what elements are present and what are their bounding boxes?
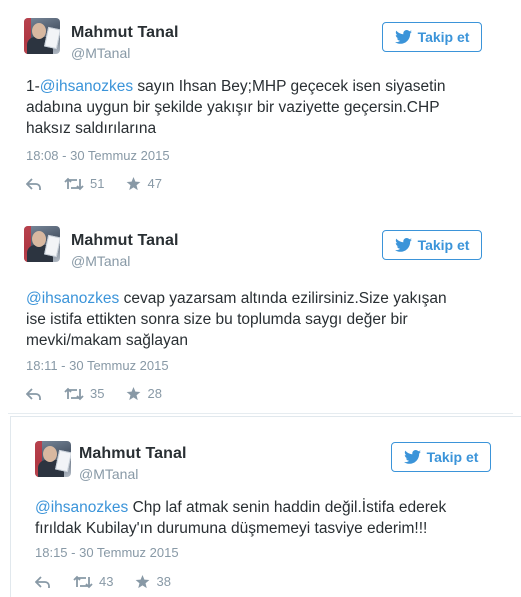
tweet-timestamp[interactable]: 18:08 - 30 Temmuz 2015: [26, 148, 170, 163]
follow-label: Takip et: [417, 29, 470, 45]
bird-icon: [394, 30, 412, 44]
tweet-line: Chp laf atmak senin haddin değil.İstifa …: [128, 499, 447, 516]
retweet-count: 35: [90, 386, 105, 401]
tweet-text: @ihsanozkes Chp laf atmak senin haddin d…: [35, 497, 505, 539]
retweet-icon: [64, 387, 84, 400]
like-count: 28: [147, 386, 162, 401]
tweet-prefix: 1-: [26, 78, 40, 95]
reply-button[interactable]: [26, 177, 42, 191]
author-handle[interactable]: @MTanal: [79, 466, 138, 482]
avatar[interactable]: [24, 18, 60, 54]
tweet-line: fırıldak Kubilay'ın durumuna düşmemeyi t…: [35, 520, 428, 537]
star-icon: [136, 574, 150, 588]
reply-button[interactable]: [35, 575, 51, 589]
tweet-actions: 51 47: [26, 176, 184, 191]
tweet-line: mevki/makam sağlayan: [26, 332, 188, 349]
tweet-text: 1-@ihsanozkes sayın Ihsan Bey;MHP geçece…: [26, 76, 496, 139]
avatar[interactable]: [35, 441, 71, 477]
bird-icon: [394, 238, 412, 252]
tweet-actions: 43 38: [35, 574, 193, 589]
bird-icon: [403, 450, 421, 464]
author-name[interactable]: Mahmut Tanal: [71, 232, 179, 250]
tweet-text: @ihsanozkes cevap yazarsam altında ezili…: [26, 288, 496, 351]
mention-link[interactable]: @ihsanozkes: [35, 499, 128, 516]
retweet-icon: [64, 177, 84, 190]
star-icon: [127, 176, 141, 190]
author-name[interactable]: Mahmut Tanal: [71, 24, 179, 42]
tweet-card: Mahmut Tanal @MTanal Takip et @ihsanozke…: [10, 416, 521, 597]
reply-icon: [26, 387, 41, 400]
like-button[interactable]: 28: [126, 386, 162, 401]
tweet-line: haksız saldırılarına: [26, 120, 157, 137]
follow-label: Takip et: [417, 237, 470, 253]
avatar[interactable]: [24, 226, 60, 262]
author-name[interactable]: Mahmut Tanal: [79, 445, 187, 463]
mention-link[interactable]: @ihsanozkes: [26, 290, 119, 307]
tweet-timestamp[interactable]: 18:11 - 30 Temmuz 2015: [26, 358, 169, 373]
star-icon: [127, 386, 141, 400]
retweet-button[interactable]: 35: [64, 386, 104, 401]
reply-button[interactable]: [26, 387, 42, 401]
tweet-card: Mahmut Tanal @MTanal Takip et 1-@ihsanoz…: [0, 0, 521, 207]
follow-button[interactable]: Takip et: [382, 230, 482, 260]
retweet-count: 43: [99, 574, 114, 589]
tweet-divider: [8, 413, 513, 414]
retweet-button[interactable]: 43: [73, 574, 113, 589]
like-button[interactable]: 47: [126, 176, 162, 191]
reply-icon: [35, 575, 50, 588]
like-count: 47: [147, 176, 162, 191]
tweet-actions: 35 28: [26, 386, 184, 401]
tweet-timestamp[interactable]: 18:15 - 30 Temmuz 2015: [35, 545, 179, 560]
tweet-line: cevap yazarsam altında ezilirsiniz.Size …: [119, 290, 447, 307]
author-handle[interactable]: @MTanal: [71, 253, 130, 269]
like-button[interactable]: 38: [135, 574, 171, 589]
tweet-line: adabına uygun bir şekilde yakışır bir va…: [26, 99, 440, 116]
follow-button[interactable]: Takip et: [382, 22, 482, 52]
tweet-line: sayın Ihsan Bey;MHP geçecek isen siyaset…: [133, 78, 446, 95]
retweet-button[interactable]: 51: [64, 176, 104, 191]
retweet-icon: [73, 575, 93, 588]
author-handle[interactable]: @MTanal: [71, 45, 130, 61]
follow-label: Takip et: [426, 449, 479, 465]
tweet-line: ise istifa ettikten sonra size bu toplum…: [26, 311, 408, 328]
reply-icon: [26, 177, 41, 190]
tweet-card: Mahmut Tanal @MTanal Takip et @ihsanozke…: [0, 208, 521, 413]
like-count: 38: [156, 574, 171, 589]
mention-link[interactable]: @ihsanozkes: [40, 78, 133, 95]
retweet-count: 51: [90, 176, 105, 191]
follow-button[interactable]: Takip et: [391, 442, 491, 472]
